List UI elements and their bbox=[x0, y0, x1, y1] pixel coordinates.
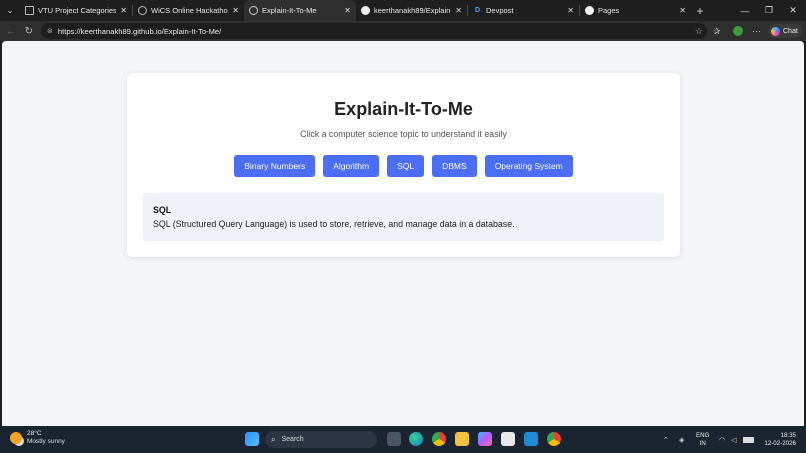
store-icon[interactable] bbox=[501, 432, 515, 446]
devpost-icon: D bbox=[474, 7, 481, 14]
tab-vtu-project-categories[interactable]: VTU Project Categories ✕ bbox=[20, 0, 132, 21]
favorites-icon[interactable]: ✰ bbox=[713, 21, 721, 41]
taskbar-search[interactable]: ⌕ Search bbox=[265, 431, 377, 448]
search-label: Search bbox=[281, 436, 304, 443]
tab-devpost[interactable]: D Devpost ✕ bbox=[468, 0, 579, 21]
tab-label: Explain-It-To-Me bbox=[262, 6, 317, 15]
close-icon[interactable]: ✕ bbox=[455, 6, 462, 15]
clock-time: 18:35 bbox=[780, 432, 796, 439]
tab-label: WiCS Online Hackathon Guid bbox=[151, 6, 229, 15]
sunny-weather-icon bbox=[10, 432, 22, 444]
github-icon bbox=[361, 6, 370, 15]
site-info-icon[interactable]: ⊜ bbox=[47, 27, 53, 35]
close-icon[interactable]: ✕ bbox=[232, 6, 239, 15]
window-close-icon[interactable]: ✕ bbox=[779, 0, 806, 21]
extension-icon[interactable] bbox=[733, 21, 743, 41]
volume-icon[interactable]: ◁ bbox=[731, 426, 736, 453]
topic-button-dbms[interactable]: DBMS bbox=[432, 155, 477, 177]
weather-widget[interactable]: 28°C Mostly sunny bbox=[10, 430, 65, 446]
windows-start-icon[interactable] bbox=[245, 432, 259, 446]
close-icon[interactable]: ✕ bbox=[679, 6, 686, 15]
defender-icon[interactable]: ◈ bbox=[679, 426, 684, 453]
language-region: IN bbox=[699, 439, 706, 447]
close-icon[interactable]: ✕ bbox=[567, 6, 574, 15]
wifi-icon[interactable]: ◠ bbox=[719, 426, 725, 453]
copilot-app-icon[interactable] bbox=[478, 432, 492, 446]
copilot-icon bbox=[771, 26, 780, 36]
refresh-icon[interactable]: ↻ bbox=[19, 21, 39, 41]
tab-actions-menu-icon[interactable]: ⌄ bbox=[0, 0, 20, 21]
address-bar[interactable]: ⊜ https://keerthanakh89.github.io/Explai… bbox=[41, 23, 707, 39]
page-viewport: Explain-It-To-Me Click a computer scienc… bbox=[2, 41, 804, 426]
document-icon bbox=[25, 6, 34, 15]
weather-temperature: 28°C bbox=[27, 430, 42, 437]
tab-label: VTU Project Categories bbox=[38, 6, 117, 15]
page-title: Explain-It-To-Me bbox=[334, 99, 473, 119]
battery-icon[interactable] bbox=[743, 426, 754, 453]
input-language-indicator[interactable]: ENG IN bbox=[696, 432, 709, 447]
edge-browser-icon[interactable] bbox=[409, 432, 423, 446]
close-icon[interactable]: ✕ bbox=[120, 6, 127, 15]
explanation-text: SQL (Structured Query Language) is used … bbox=[153, 219, 515, 229]
file-explorer-icon[interactable] bbox=[455, 432, 469, 446]
topic-button-binary-numbers[interactable]: Binary Numbers bbox=[234, 155, 316, 177]
favorite-star-icon[interactable]: ☆ bbox=[695, 26, 703, 37]
vscode-icon[interactable] bbox=[524, 432, 538, 446]
globe-icon bbox=[249, 6, 258, 15]
search-icon: ⌕ bbox=[271, 434, 276, 444]
url-text: https://keerthanakh89.github.io/Explain-… bbox=[57, 26, 222, 36]
github-icon bbox=[585, 6, 594, 15]
tab-explain-it-to-me[interactable]: Explain-It-To-Me ✕ bbox=[244, 0, 356, 21]
show-hidden-icons-chevron-icon[interactable]: ⌃ bbox=[663, 426, 669, 453]
explanation-box: SQL SQL (Structured Query Language) is u… bbox=[143, 193, 664, 241]
back-arrow-icon[interactable]: ← bbox=[1, 21, 21, 41]
close-icon[interactable]: ✕ bbox=[344, 6, 351, 15]
language-code: ENG bbox=[696, 432, 710, 439]
topic-button-algorithm[interactable]: Algorithm bbox=[323, 155, 380, 177]
tab-label: Devpost bbox=[486, 6, 514, 15]
tab-strip: ⌄ VTU Project Categories ✕ WiCS Online H… bbox=[0, 0, 806, 21]
tab-github-repo[interactable]: keerthanakh89/Explain-It-To ✕ bbox=[356, 0, 467, 21]
page-subtitle: Click a computer science topic to unders… bbox=[300, 129, 507, 139]
tab-label: Pages bbox=[598, 6, 620, 15]
new-tab-plus-icon[interactable]: + bbox=[691, 0, 709, 21]
tab-wics-hackathon[interactable]: WiCS Online Hackathon Guid ✕ bbox=[133, 0, 244, 21]
tab-pages[interactable]: Pages ✕ bbox=[580, 0, 691, 21]
system-clock[interactable]: 18:35 12-02-2026 bbox=[760, 432, 796, 447]
clock-date: 12-02-2026 bbox=[764, 439, 796, 447]
tab-label: keerthanakh89/Explain-It-To bbox=[374, 6, 451, 15]
more-menu-icon[interactable]: ··· bbox=[752, 21, 761, 41]
chrome-profile-icon[interactable] bbox=[547, 432, 561, 446]
topic-button-sql[interactable]: SQL bbox=[387, 155, 425, 177]
windows-taskbar: 28°C Mostly sunny ⌕ Search ⌃ ◈ ENG IN ◠ … bbox=[0, 426, 806, 453]
main-card: Explain-It-To-Me Click a computer scienc… bbox=[127, 73, 680, 257]
copilot-chat-button[interactable]: Chat bbox=[768, 24, 802, 38]
chat-label: Chat bbox=[783, 27, 798, 35]
explanation-heading: SQL bbox=[153, 205, 172, 215]
chrome-icon[interactable] bbox=[432, 432, 446, 446]
topic-button-row: Binary Numbers Algorithm SQL DBMS Operat… bbox=[127, 155, 680, 177]
globe-icon bbox=[138, 6, 147, 15]
task-view-icon[interactable] bbox=[387, 432, 401, 446]
weather-description: Mostly sunny bbox=[27, 438, 65, 445]
topic-button-operating-system[interactable]: Operating System bbox=[484, 155, 573, 177]
